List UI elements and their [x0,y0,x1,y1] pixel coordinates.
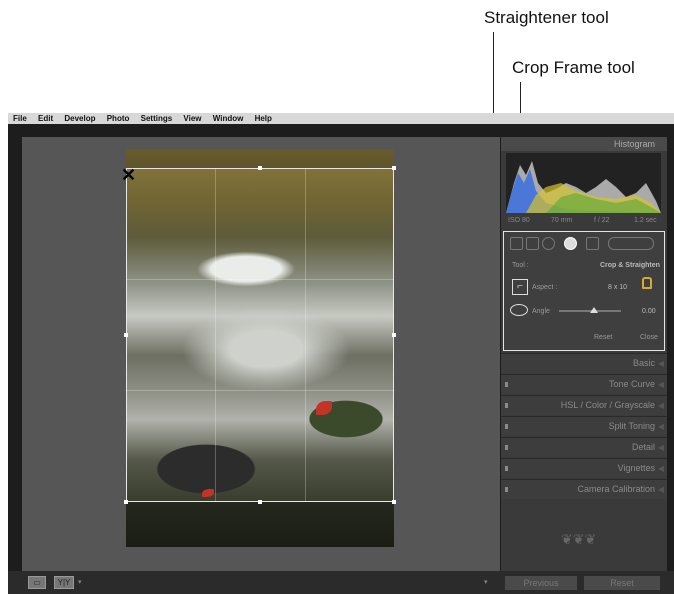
before-after-button[interactable]: Y|Y [54,576,74,589]
panel-hsl[interactable]: HSL / Color / Grayscale ◀ [501,395,667,415]
crop-overlay-icon[interactable] [526,237,539,250]
bottom-toolbar: ▭ Y|Y ▾ ▾ Previous Reset [8,571,674,594]
crop-straighten-panel: Tool : Crop & Straighten ⌐ Aspect : 8 x … [503,231,665,351]
panel-detail[interactable]: Detail ◀ [501,437,667,457]
crop-handle[interactable] [392,166,396,170]
collapse-arrow-icon: ◀ [657,380,664,389]
image-work-area: ✕ [22,137,500,571]
loupe-view-button[interactable]: ▭ [28,576,46,589]
menu-window[interactable]: Window [213,114,244,123]
crop-grid-line [305,168,306,502]
crop-handle[interactable] [258,500,262,504]
view-dropdown-icon[interactable]: ▾ [78,578,82,586]
collapse-arrow-icon: ◀ [657,443,664,452]
section-label: Tone Curve [608,379,655,389]
aspect-value[interactable]: 8 x 10 [608,284,627,291]
spot-removal-icon[interactable] [542,237,555,250]
lock-icon[interactable] [642,277,652,289]
crop-shade-bottom [126,502,394,547]
grid-tool-icon[interactable] [510,237,523,250]
toolbar-dropdown-icon[interactable]: ▾ [484,578,488,586]
panel-switch-icon[interactable] [505,382,508,387]
crop-corner-x-icon[interactable]: ✕ [121,166,136,184]
panel-switch-icon[interactable] [505,403,508,408]
histogram-title: Histogram [613,139,655,149]
panel-camera-calibration[interactable]: Camera Calibration ◀ [501,479,667,499]
collapse-arrow-icon: ◀ [657,464,664,473]
collapse-arrow-icon: ◀ [657,485,664,494]
panel-switch-icon[interactable] [505,466,508,471]
collapse-arrow-icon: ◀ [657,422,664,431]
panel-switch-icon[interactable] [505,445,508,450]
reset-crop-button[interactable]: Reset [594,334,612,341]
exif-focal: 70 mm [551,217,573,224]
menu-help[interactable]: Help [255,114,272,123]
histogram-header[interactable]: Histogram [501,137,667,151]
collapse-arrow-icon: ◀ [657,359,664,368]
panel-vignettes[interactable]: Vignettes ◀ [501,458,667,478]
crop-grid-line [126,279,394,280]
crop-grid-line [215,168,216,502]
panel-end-ornament-icon: ❦❦❦ [561,531,597,547]
crop-handle[interactable] [392,500,396,504]
section-label: Vignettes [617,463,655,473]
straightener-tool-icon[interactable] [510,304,528,316]
tool-label: Tool : [512,262,529,269]
crop-handle[interactable] [124,500,128,504]
menu-bar: File Edit Develop Photo Settings View Wi… [8,113,674,124]
menu-file[interactable]: File [13,114,27,123]
menu-photo[interactable]: Photo [107,114,130,123]
aspect-label: Aspect : [532,284,558,291]
section-label: Detail [631,442,655,452]
close-crop-button[interactable]: Close [640,334,658,341]
angle-slider-knob[interactable] [590,307,598,313]
menu-settings[interactable]: Settings [141,114,173,123]
section-label: Camera Calibration [577,484,655,494]
callout-crop-frame-tool: Crop Frame tool [512,58,635,77]
section-label: Basic [632,358,655,368]
exif-aperture: f / 22 [594,217,610,224]
angle-value[interactable]: 0.00 [642,308,656,315]
section-label: HSL / Color / Grayscale [560,400,655,410]
exif-iso: ISO 80 [508,217,530,224]
menu-view[interactable]: View [183,114,201,123]
crop-handle[interactable] [124,333,128,337]
panel-tone-curve[interactable]: Tone Curve ◀ [501,374,667,394]
crop-frame[interactable] [126,168,394,502]
right-panel: Histogram ISO 80 70 mm f / 22 1.2 sec To… [501,137,667,571]
lightroom-window: File Edit Develop Photo Settings View Wi… [8,113,674,594]
tool-value: Crop & Straighten [600,262,660,269]
previous-button[interactable]: Previous [505,576,577,590]
panel-switch-icon[interactable] [505,487,508,492]
histogram-exif: ISO 80 70 mm f / 22 1.2 sec [506,215,661,227]
reset-button[interactable]: Reset [584,576,660,590]
red-eye-icon[interactable] [564,237,577,250]
graduated-filter-icon[interactable] [608,237,654,250]
panel-split-toning[interactable]: Split Toning ◀ [501,416,667,436]
histogram-graph [506,153,661,213]
callout-straightener-tool: Straightener tool [484,8,609,27]
menu-develop[interactable]: Develop [64,114,95,123]
crop-handle[interactable] [392,333,396,337]
panel-switch-icon[interactable] [505,424,508,429]
angle-label: Angle [532,308,550,315]
brush-icon[interactable] [586,237,599,250]
histogram-svg [506,161,661,213]
crop-frame-tool-icon[interactable]: ⌐ [512,279,528,295]
menu-edit[interactable]: Edit [38,114,53,123]
section-label: Split Toning [608,421,655,431]
collapse-arrow-icon: ◀ [657,401,664,410]
panel-basic[interactable]: Basic ◀ [501,353,667,373]
crop-handle[interactable] [258,166,262,170]
tool-strip [504,232,664,254]
exif-shutter: 1.2 sec [634,217,657,224]
crop-grid-line [126,390,394,391]
